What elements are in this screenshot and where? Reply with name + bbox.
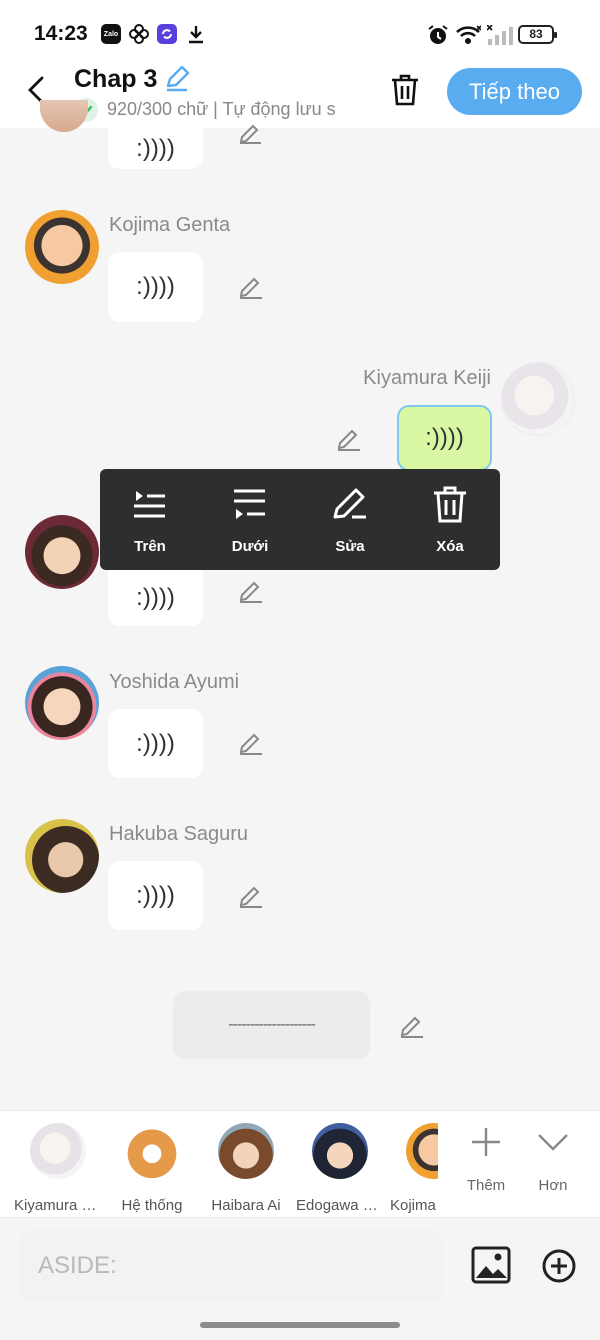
edit-label: Sửa xyxy=(335,538,365,555)
message-bubble[interactable]: :)))) xyxy=(108,709,203,778)
insert-above-button[interactable]: Trên xyxy=(100,469,200,570)
flower-icon xyxy=(129,24,149,49)
word-count-status: 920/300 chữ | Tự động lưu s xyxy=(107,99,336,119)
download-icon xyxy=(187,24,205,49)
separator-bubble[interactable]: -------------------- xyxy=(173,991,370,1059)
speaker-name: Yoshida Ayumi xyxy=(109,671,240,693)
add-content-button[interactable] xyxy=(541,1248,577,1284)
add-character-button[interactable]: Thêm xyxy=(456,1110,516,1218)
character-item[interactable]: Kojima Genta xyxy=(390,1121,438,1214)
zalo-icon: Zalo xyxy=(101,24,121,44)
avatar[interactable] xyxy=(25,819,99,893)
insert-image-button[interactable] xyxy=(471,1246,511,1284)
character-item[interactable]: Edogawa Conan xyxy=(296,1121,384,1214)
character-item[interactable]: Kiyamura Keiji xyxy=(14,1121,102,1214)
message-bubble[interactable]: :)))) xyxy=(108,861,203,930)
character-avatar xyxy=(218,1123,274,1179)
trash-icon xyxy=(392,74,418,106)
delete-button[interactable]: Xóa xyxy=(400,469,500,570)
edit-message-icon[interactable] xyxy=(238,578,264,604)
delete-chapter-button[interactable] xyxy=(389,73,421,107)
character-list[interactable]: Kiyamura Keiji Hệ thống Haibara Ai Edoga… xyxy=(14,1111,438,1219)
plus-icon xyxy=(472,1128,500,1156)
delete-icon xyxy=(434,486,466,523)
character-item[interactable]: Haibara Ai xyxy=(202,1121,290,1214)
chapter-title[interactable]: Chap 3 xyxy=(74,65,157,94)
message-bubble[interactable]: :)))) xyxy=(108,252,203,322)
character-name: Kiyamura Keiji xyxy=(14,1197,102,1214)
battery-icon: 83 xyxy=(518,25,557,44)
edit-message-icon[interactable] xyxy=(238,274,264,300)
delete-label: Xóa xyxy=(436,538,464,555)
image-icon xyxy=(471,1246,511,1284)
add-character-label: Thêm xyxy=(466,1177,506,1194)
message-bubble[interactable]: :)))) xyxy=(108,570,203,626)
character-avatar xyxy=(406,1123,438,1179)
character-item[interactable]: Hệ thống xyxy=(108,1121,196,1214)
speaker-name: Kojima Genta xyxy=(109,214,231,236)
avatar[interactable] xyxy=(25,515,99,589)
insert-above-icon xyxy=(134,491,165,518)
edit-message-icon[interactable] xyxy=(238,124,264,150)
edit-message-icon[interactable] xyxy=(238,883,264,909)
next-button[interactable]: Tiếp theo xyxy=(447,68,582,115)
character-name: Kojima Genta xyxy=(390,1197,438,1214)
chevron-down-icon xyxy=(538,1134,568,1151)
insert-below-button[interactable]: Dưới xyxy=(200,469,300,570)
avatar[interactable] xyxy=(25,210,99,284)
message-bubble[interactable]: :)))) xyxy=(108,128,203,169)
edit-message-icon[interactable] xyxy=(336,426,362,452)
home-indicator[interactable] xyxy=(200,1322,400,1328)
more-characters-button[interactable]: Hơn xyxy=(523,1110,583,1218)
edit-title-icon[interactable] xyxy=(163,64,191,92)
edit-button[interactable]: Sửa xyxy=(300,469,400,570)
edit-icon xyxy=(333,488,366,519)
wifi-icon xyxy=(455,25,482,50)
character-avatar xyxy=(312,1123,368,1179)
insert-below-label: Dưới xyxy=(231,538,269,555)
avatar[interactable] xyxy=(501,362,575,436)
speaker-name: Hakuba Saguru xyxy=(109,823,248,845)
insert-above-label: Trên xyxy=(134,538,166,555)
add-circle-icon xyxy=(542,1249,576,1283)
aside-input[interactable] xyxy=(20,1230,443,1302)
avatar[interactable] xyxy=(25,666,99,740)
character-avatar xyxy=(30,1123,86,1179)
edit-separator-icon[interactable] xyxy=(399,1013,425,1039)
insert-below-icon xyxy=(234,489,265,519)
status-time: 14:23 xyxy=(34,22,88,45)
edit-message-icon[interactable] xyxy=(238,730,264,756)
signal-icon xyxy=(486,24,513,50)
character-name: Haibara Ai xyxy=(211,1197,281,1214)
message-context-menu: Trên Dưới Sửa Xóa xyxy=(100,469,500,570)
speaker-name: Kiyamura Keiji xyxy=(363,367,491,389)
message-bubble-selected[interactable]: :)))) xyxy=(397,405,492,471)
sync-app-icon xyxy=(157,24,177,44)
more-characters-label: Hơn xyxy=(538,1177,568,1194)
character-name: Edogawa Conan xyxy=(296,1197,384,1214)
character-avatar xyxy=(124,1123,180,1179)
character-name: Hệ thống xyxy=(121,1197,183,1214)
alarm-icon xyxy=(427,24,449,51)
